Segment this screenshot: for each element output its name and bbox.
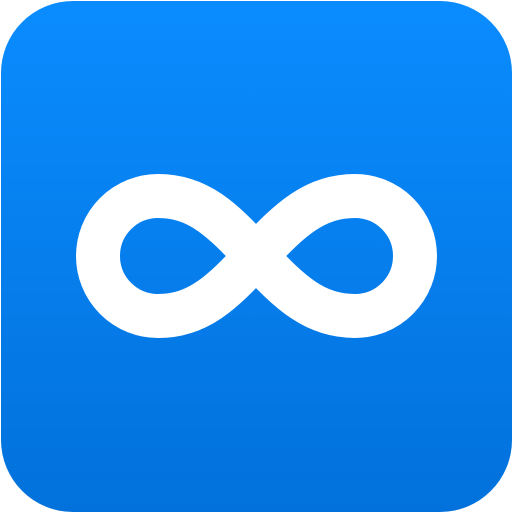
app-icon-graphic <box>1 1 512 512</box>
app-icon[interactable] <box>0 0 513 513</box>
